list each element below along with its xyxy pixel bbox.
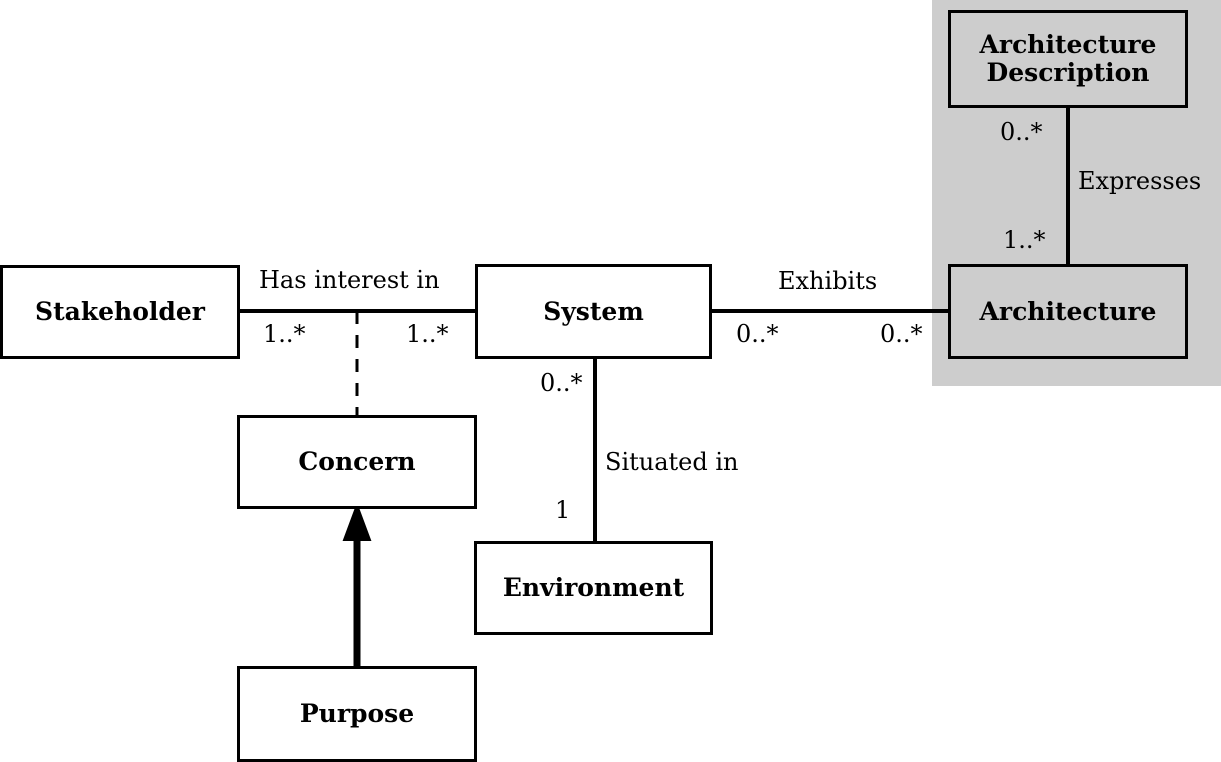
multiplicity-system-exhibits: 0..*	[736, 320, 779, 348]
multiplicity-stakeholder-has-interest-in: 1..*	[263, 320, 306, 348]
edge-label-expresses: Expresses	[1078, 167, 1202, 195]
multiplicity-system-has-interest-in: 1..*	[406, 320, 449, 348]
class-node-concern-label: Concern	[298, 447, 416, 476]
class-node-environment-label: Environment	[502, 573, 685, 602]
class-node-system-label: System	[543, 296, 644, 326]
edge-label-exhibits: Exhibits	[778, 267, 878, 295]
edge-label-situated-in: Situated in	[605, 448, 739, 476]
multiplicity-environment-situated-in: 1	[555, 496, 571, 524]
class-node-architecture-description[interactable]: Architecture Description	[948, 10, 1188, 108]
class-node-purpose-label: Purpose	[299, 699, 415, 728]
class-node-concern[interactable]: Concern	[237, 415, 477, 509]
class-node-stakeholder-label: Stakeholder	[35, 297, 205, 326]
class-node-architecture-description-label-line2: Description	[986, 58, 1150, 87]
multiplicity-architecture-description-expresses: 0..*	[1000, 118, 1043, 146]
edge-label-has-interest-in: Has interest in	[259, 266, 440, 294]
class-node-architecture[interactable]: Architecture	[948, 264, 1188, 359]
class-node-stakeholder[interactable]: Stakeholder	[0, 265, 240, 359]
connector-layer	[239, 107, 1070, 666]
multiplicity-system-situated-in: 0..*	[540, 369, 583, 397]
multiplicity-architecture-exhibits: 0..*	[880, 320, 923, 348]
class-node-system[interactable]: System	[475, 264, 712, 359]
class-node-purpose[interactable]: Purpose	[237, 666, 477, 762]
class-node-architecture-description-label-line1: Architecture	[979, 30, 1157, 59]
class-node-architecture-label: Architecture	[979, 296, 1157, 326]
diagram-canvas: Stakeholder System Concern Purpose Envir…	[0, 0, 1221, 762]
multiplicity-architecture-expresses: 1..*	[1003, 226, 1046, 254]
generalization-arrowhead-icon	[342, 502, 372, 541]
class-node-environment[interactable]: Environment	[474, 541, 713, 635]
